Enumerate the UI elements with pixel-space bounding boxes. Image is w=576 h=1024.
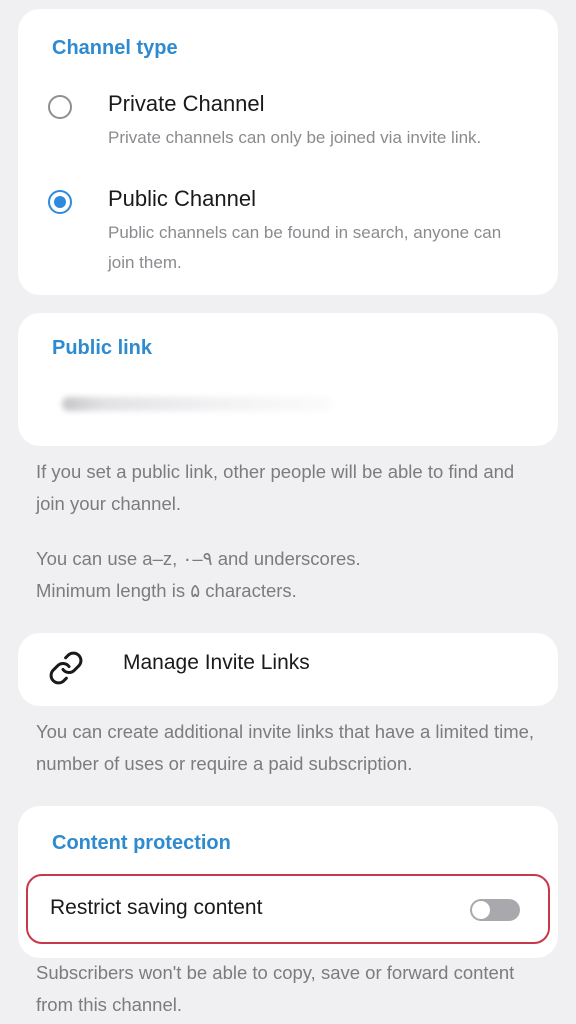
restrict-saving-toggle[interactable] [470,899,520,921]
public-channel-radio[interactable] [48,190,72,214]
public-link-card: Public link [18,313,558,446]
link-icon [49,651,83,685]
allowed-chars-hint: You can use a–z, ۰–۹ and underscores. [36,548,361,569]
private-channel-description: Private channels can only be joined via … [108,128,482,147]
manage-invite-links-button[interactable]: Manage Invite Links [18,633,558,706]
restrict-saving-label: Restrict saving content [50,896,263,919]
public-link-hint: If you set a public link, other people w… [36,461,515,514]
content-protection-card: Content protection Restrict saving conte… [18,806,558,958]
invite-links-hint: You can create additional invite links t… [36,721,535,774]
public-link-input[interactable] [62,397,332,411]
channel-type-card: Channel type Private Channel Private cha… [18,9,558,295]
content-protection-title: Content protection [52,832,231,854]
channel-settings-page: Channel type Private Channel Private cha… [0,0,576,1024]
public-link-title: Public link [52,337,153,359]
manage-invite-links-label: Manage Invite Links [123,651,310,674]
toggle-knob [472,901,490,919]
public-channel-description: Public channels can be found in search, … [108,223,502,272]
content-protection-hint: Subscribers won't be able to copy, save … [36,962,515,1015]
private-channel-label: Private Channel [108,91,265,116]
channel-type-title: Channel type [52,37,178,59]
min-length-hint: Minimum length is ۵ characters. [36,580,297,601]
restrict-saving-row[interactable]: Restrict saving content [26,874,550,944]
public-channel-label: Public Channel [108,186,256,211]
private-channel-radio[interactable] [48,95,72,119]
